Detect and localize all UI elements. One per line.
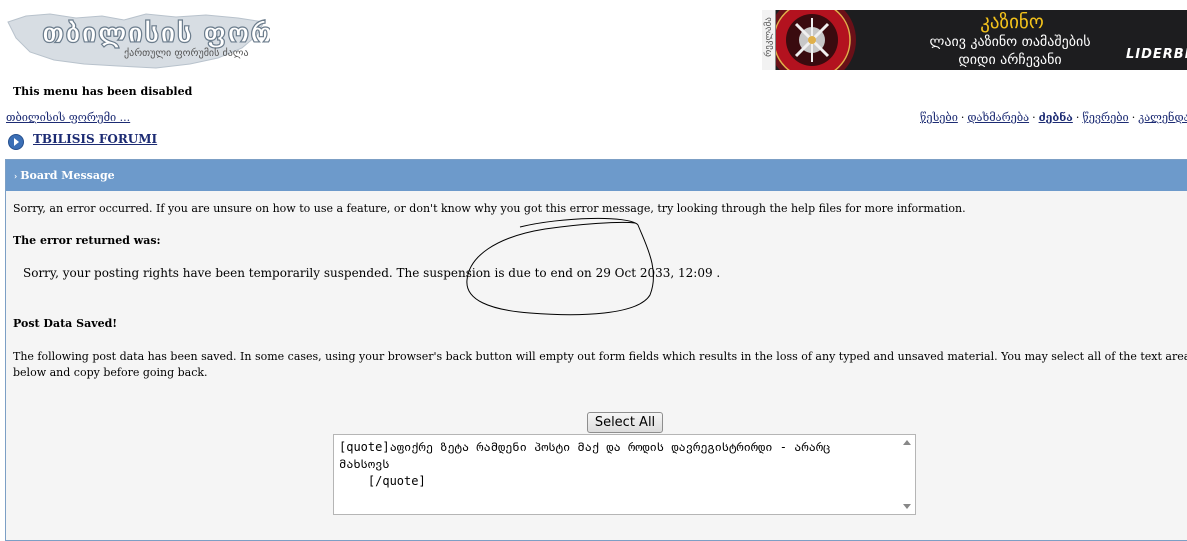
board-message-header: › Board Message: [6, 160, 1187, 191]
select-all-button[interactable]: Select All: [587, 412, 663, 433]
banner-line1: ლაივ კაზინო თამაშების: [929, 34, 1091, 50]
roulette-wheel-icon: [776, 10, 856, 70]
nav-separator: ·: [1032, 111, 1036, 124]
nav-link-members[interactable]: წევრები: [1082, 111, 1128, 124]
header-arrow-icon: ›: [14, 171, 18, 181]
forum-home-link[interactable]: TBILISIS FORUMI: [33, 132, 157, 146]
board-message-title: Board Message: [20, 169, 115, 182]
top-nav-links: წესები·დახმარება·ძებნა·წევრები·კალენდარი: [920, 111, 1187, 124]
nav-link-calendar[interactable]: კალენდარი: [1138, 111, 1187, 124]
saved-post-text: [quote]აფიქრე ზეტა რამდენი პოსტი მაქ და …: [339, 440, 831, 488]
menu-disabled-notice: This menu has been disabled: [13, 85, 193, 98]
banner-title: კაზინო: [980, 11, 1044, 33]
nav-link-search[interactable]: ძებნა: [1039, 111, 1073, 124]
banner-line2: დიდი არჩევანი: [958, 52, 1062, 68]
nav-link-help[interactable]: დახმარება: [967, 111, 1029, 124]
nav-separator: ·: [1075, 111, 1080, 124]
nav-separator: ·: [1131, 111, 1136, 124]
saved-post-textarea[interactable]: [quote]აფიქრე ზეტა რამდენი პოსტი მაქ და …: [333, 434, 916, 515]
nav-link-rules[interactable]: წესები: [920, 111, 958, 124]
logo-subtitle: ქართული ფორუმის ძალა: [124, 47, 249, 59]
banner-brand: LIDERBI: [1126, 47, 1187, 62]
breadcrumb-link[interactable]: თბილისის ფორუმი ...: [6, 111, 130, 124]
logo-title: თბილისის ფორუმი: [42, 18, 270, 49]
casino-banner-ad[interactable]: რეკლამა კაზინო ლაივ კაზინო თამაშების დიდ…: [762, 10, 1187, 70]
nav-arrow-icon: [8, 134, 24, 150]
scroll-down-icon[interactable]: [903, 504, 911, 509]
hand-drawn-circle-annotation: [466, 217, 654, 316]
post-saved-text: The following post data has been saved. …: [13, 350, 1187, 379]
nav-separator: ·: [960, 111, 965, 124]
scroll-up-icon[interactable]: [903, 440, 911, 445]
post-saved-label: Post Data Saved!: [13, 317, 118, 330]
forum-logo[interactable]: თბილისის ფორუმი ქართული ფორუმის ძალა: [6, 8, 270, 72]
error-label: The error returned was:: [13, 234, 161, 247]
ad-tag: რეკლამა: [762, 10, 776, 70]
textarea-scrollbar[interactable]: [898, 435, 915, 514]
error-intro-text: Sorry, an error occurred. If you are uns…: [13, 202, 966, 215]
